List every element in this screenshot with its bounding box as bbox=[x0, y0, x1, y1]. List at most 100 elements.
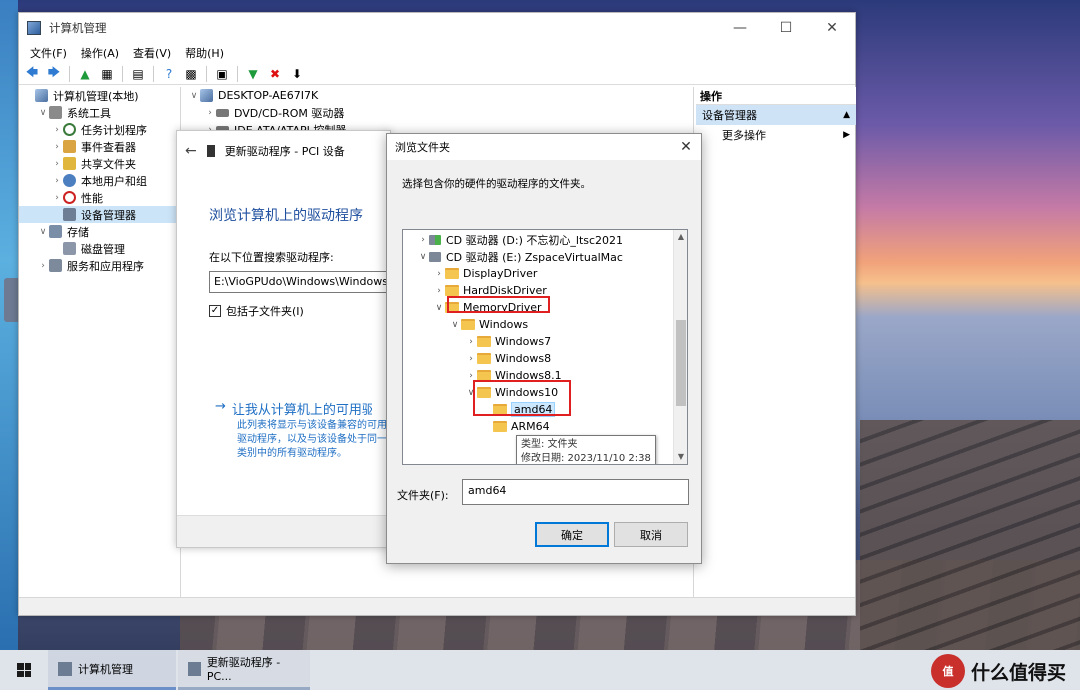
device-row-root[interactable]: ∨ DESKTOP-AE67I7K bbox=[184, 87, 693, 104]
desktop-tab bbox=[4, 278, 18, 322]
console-tree-label: 存储 bbox=[67, 225, 89, 239]
console-tree-label: 共享文件夹 bbox=[81, 157, 136, 171]
driver-path-input[interactable]: E:\VioGPUdo\Windows\Windows10 bbox=[209, 271, 399, 293]
actions-device-manager[interactable]: 设备管理器 ▲ bbox=[696, 105, 856, 125]
chevron-right-icon[interactable]: › bbox=[51, 176, 63, 186]
more-actions[interactable]: 更多操作 ▶ bbox=[696, 125, 856, 145]
console-tree-item[interactable]: › 性能 bbox=[19, 189, 180, 206]
chevron-down-icon[interactable]: ∨ bbox=[188, 91, 200, 101]
actions-title: 操作 bbox=[696, 87, 856, 105]
update-driver-dialog: ← 更新驱动程序 - PCI 设备 浏览计算机上的驱动程序 在以下位置搜索驱动程… bbox=[176, 130, 399, 548]
minimize-button[interactable]: — bbox=[717, 13, 763, 43]
chevron-right-icon[interactable]: › bbox=[465, 337, 477, 347]
chevron-down-icon[interactable]: ∨ bbox=[433, 303, 445, 313]
chevron-down-icon[interactable]: ∨ bbox=[417, 252, 429, 262]
chevron-right-icon[interactable]: › bbox=[51, 159, 63, 169]
uninstall-icon[interactable]: ✖ bbox=[265, 65, 285, 83]
chevron-right-icon[interactable]: › bbox=[433, 269, 445, 279]
chevron-right-icon[interactable]: › bbox=[51, 142, 63, 152]
console-tree-item[interactable]: › 任务计划程序 bbox=[19, 121, 180, 138]
folder-tree-item[interactable]: › Windows8 bbox=[403, 350, 551, 367]
forward-icon[interactable]: 🡆 bbox=[44, 65, 64, 83]
up-folder-icon[interactable]: ▲ bbox=[75, 65, 95, 83]
properties-icon[interactable]: ▤ bbox=[128, 65, 148, 83]
folder-tree-item[interactable]: › Windows7 bbox=[403, 333, 551, 350]
console-tree-item[interactable]: › 共享文件夹 bbox=[19, 155, 180, 172]
event-icon bbox=[63, 140, 76, 153]
console-tree-item[interactable]: 磁盘管理 bbox=[19, 240, 180, 257]
download-icon[interactable]: ⬇ bbox=[287, 65, 307, 83]
scroll-up-icon[interactable]: ▲ bbox=[674, 230, 687, 244]
monitor-icon[interactable]: ▣ bbox=[212, 65, 232, 83]
folder-icon bbox=[477, 353, 491, 364]
chevron-right-icon[interactable]: › bbox=[204, 108, 216, 118]
scroll-down-icon[interactable]: ▼ bbox=[674, 450, 687, 464]
console-tree-label: 计算机管理(本地) bbox=[53, 89, 139, 103]
collapse-up-icon[interactable]: ▲ bbox=[843, 110, 850, 120]
console-tree-label: 服务和应用程序 bbox=[67, 259, 144, 273]
ok-button[interactable]: 确定 bbox=[535, 522, 609, 547]
back-arrow-icon[interactable]: ← bbox=[185, 143, 197, 159]
pick-from-list-label: 让我从计算机上的可用驱 bbox=[231, 403, 372, 418]
menu-view[interactable]: 查看(V) bbox=[126, 45, 178, 61]
console-tree-item[interactable]: › 服务和应用程序 bbox=[19, 257, 180, 274]
taskbar-computer-management[interactable]: 计算机管理 bbox=[48, 650, 176, 690]
taskbar-update-driver[interactable]: 更新驱动程序 - PC... bbox=[178, 650, 310, 690]
chevron-right-icon[interactable]: › bbox=[465, 371, 477, 381]
chevron-down-icon[interactable]: ∨ bbox=[37, 108, 49, 118]
show-hide-tree-icon[interactable]: ▦ bbox=[97, 65, 117, 83]
device-icon bbox=[188, 661, 201, 676]
back-icon[interactable]: 🡄 bbox=[22, 65, 42, 83]
include-subfolders-checkbox[interactable]: ✓ 包括子文件夹(I) bbox=[209, 303, 304, 319]
clock-icon bbox=[63, 123, 76, 136]
device-row-dvd[interactable]: › DVD/CD-ROM 驱动器 bbox=[184, 104, 693, 121]
folder-icon bbox=[445, 285, 459, 296]
pick-from-list-link[interactable]: → 让我从计算机上的可用驱 bbox=[215, 399, 372, 418]
close-button[interactable]: ✕ bbox=[809, 13, 855, 43]
folder-tree-item[interactable]: › CD 驱动器 (D:) 不忘初心_ltsc2021 bbox=[403, 231, 623, 248]
desktop-edge bbox=[0, 0, 18, 650]
scroll-thumb[interactable] bbox=[676, 320, 686, 406]
console-tree-item[interactable]: › 本地用户和组 bbox=[19, 172, 180, 189]
cd-drive-icon bbox=[429, 251, 441, 262]
toolbar: 🡄 🡆 ▲ ▦ ▤ ? ▩ ▣ ▼ ✖ ⬇ bbox=[19, 63, 855, 85]
console-tree-item[interactable]: ∨ 存储 bbox=[19, 223, 180, 240]
details-icon[interactable]: ▩ bbox=[181, 65, 201, 83]
console-tree-item[interactable]: › 事件查看器 bbox=[19, 138, 180, 155]
menu-action[interactable]: 操作(A) bbox=[74, 45, 126, 61]
folder-tree-item[interactable]: ∨ Windows bbox=[403, 316, 528, 333]
menu-help[interactable]: 帮助(H) bbox=[178, 45, 231, 61]
folder-tree-label: Windows7 bbox=[495, 335, 552, 348]
share-icon bbox=[63, 157, 76, 170]
chevron-right-icon[interactable]: › bbox=[51, 125, 63, 135]
checkmark-icon[interactable]: ✓ bbox=[209, 305, 221, 317]
maximize-button[interactable]: ☐ bbox=[763, 13, 809, 43]
chevron-right-icon[interactable]: › bbox=[417, 235, 429, 245]
console-tree-item[interactable]: 计算机管理(本地) bbox=[19, 87, 180, 104]
update-driver-header: ← 更新驱动程序 - PCI 设备 bbox=[177, 131, 390, 171]
tree-scrollbar[interactable]: ▲ ▼ bbox=[673, 230, 687, 464]
folder-tree-item[interactable]: ∨ CD 驱动器 (E:) ZspaceVirtualMac bbox=[403, 248, 623, 265]
folder-tree-item[interactable]: › DisplayDriver bbox=[403, 265, 537, 282]
console-tree-item[interactable]: 设备管理器 bbox=[19, 206, 180, 223]
close-icon[interactable]: ✕ bbox=[671, 139, 701, 155]
cancel-button[interactable]: 取消 bbox=[614, 522, 688, 547]
console-tree-label: 磁盘管理 bbox=[81, 242, 125, 256]
chevron-right-icon[interactable]: › bbox=[51, 193, 63, 203]
console-tree-label: 系统工具 bbox=[67, 106, 111, 120]
help-icon[interactable]: ? bbox=[159, 65, 179, 83]
folder-input[interactable]: amd64 bbox=[462, 479, 689, 505]
chevron-right-icon[interactable]: › bbox=[465, 354, 477, 364]
menu-file[interactable]: 文件(F) bbox=[23, 45, 74, 61]
folder-tree-label: DisplayDriver bbox=[463, 267, 538, 280]
chevron-right-icon[interactable]: › bbox=[433, 286, 445, 296]
start-button[interactable] bbox=[0, 650, 48, 690]
console-tree-item[interactable]: ∨ 系统工具 bbox=[19, 104, 180, 121]
chevron-down-icon[interactable]: ∨ bbox=[449, 320, 461, 330]
chevron-down-icon[interactable]: ∨ bbox=[37, 227, 49, 237]
folder-icon bbox=[477, 336, 491, 347]
folder-tree-item[interactable]: ARM64 bbox=[403, 418, 550, 435]
chevron-right-icon[interactable]: › bbox=[37, 261, 49, 271]
update-driver-icon[interactable]: ▼ bbox=[243, 65, 263, 83]
status-bar bbox=[19, 597, 855, 615]
